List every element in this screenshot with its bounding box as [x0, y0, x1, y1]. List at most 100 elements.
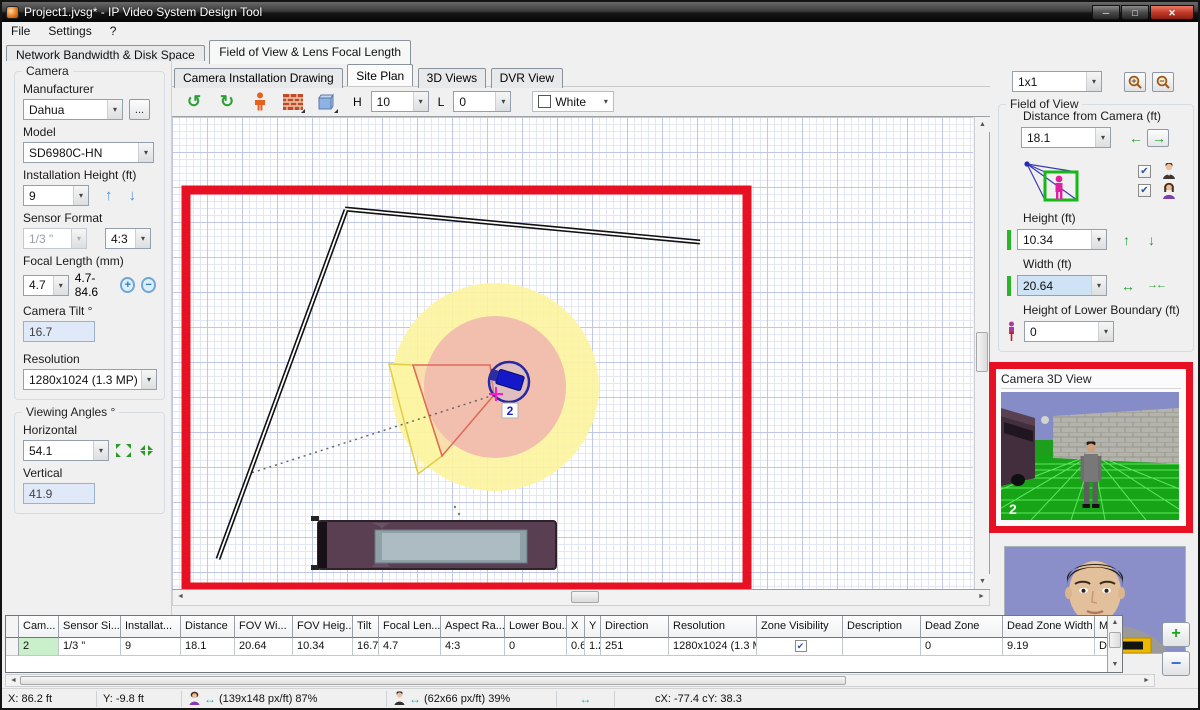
table-header-cell[interactable]: X	[567, 616, 585, 638]
table-cell[interactable]: 16.7	[353, 638, 379, 656]
table-vertical-scrollbar[interactable]: ▲ ▼	[1107, 616, 1122, 672]
add-box-button[interactable]	[314, 90, 338, 113]
table-cell[interactable]: 0.6	[567, 638, 585, 656]
scroll-right-icon[interactable]: ►	[1139, 675, 1154, 689]
lower-boundary-select[interactable]: 0 ▾	[1024, 321, 1114, 342]
height-up-icon[interactable]: ↑	[105, 188, 113, 203]
dropdown-arrow-icon[interactable]: ▾	[1086, 72, 1101, 91]
table-cell[interactable]: 0	[505, 638, 567, 656]
minimize-button[interactable]: ─	[1092, 5, 1120, 20]
dropdown-arrow-icon[interactable]: ▾	[1091, 230, 1106, 249]
wall-height-select[interactable]: 10 ▾	[371, 91, 429, 112]
tab-dvr-view[interactable]: DVR View	[491, 68, 563, 88]
dropdown-arrow-icon[interactable]: ▾	[93, 441, 108, 460]
scroll-down-icon[interactable]: ▼	[975, 574, 990, 589]
remove-camera-button[interactable]: −	[1162, 651, 1190, 676]
table-cell[interactable]: 1280x1024 (1.3 MP	[669, 638, 757, 656]
table-header-cell[interactable]: Dead Zone Width	[1003, 616, 1095, 638]
resolution-select[interactable]: 1280x1024 (1.3 MP) ▾	[23, 369, 157, 390]
show-man-checkbox[interactable]: ✔	[1138, 165, 1151, 178]
table-header-cell[interactable]: Direction	[601, 616, 669, 638]
table-cell[interactable]: 1.2	[585, 638, 601, 656]
aspect-ratio-select[interactable]: 4:3 ▾	[105, 228, 151, 249]
manufacturer-more-button[interactable]: ...	[129, 99, 150, 120]
table-header-cell[interactable]: Distance	[181, 616, 235, 638]
bus-shape[interactable]	[311, 516, 556, 570]
fov-height-down-icon[interactable]: ↓	[1148, 233, 1153, 247]
table-header-cell[interactable]: FOV Heig...	[293, 616, 353, 638]
canvas-horizontal-scrollbar[interactable]: ◄ ►	[172, 590, 990, 606]
zone-visibility-checkbox[interactable]: ✔	[795, 640, 807, 652]
camera-icon[interactable]	[488, 362, 529, 402]
vertical-scroll-thumb[interactable]	[1109, 632, 1121, 648]
installation-height-select[interactable]: 9 ▾	[23, 185, 89, 206]
zoom-in-button[interactable]	[1124, 72, 1146, 92]
camera-tilt-field[interactable]: 16.7	[23, 321, 95, 342]
wall-lower-select[interactable]: 0 ▾	[453, 91, 511, 112]
table-cell[interactable]: 4:3	[441, 638, 505, 656]
scroll-left-icon[interactable]: ◄	[6, 675, 21, 689]
dropdown-arrow-icon[interactable]: ▾	[1091, 276, 1106, 295]
fov-height-select[interactable]: 10.34 ▾	[1017, 229, 1107, 250]
fov-width-shrink-icon[interactable]: →←	[1147, 280, 1165, 291]
fov-width-expand-icon[interactable]: ↔	[1121, 279, 1133, 293]
horizontal-angle-select[interactable]: 54.1 ▾	[23, 440, 109, 461]
dropdown-arrow-icon[interactable]: ▾	[1098, 322, 1113, 341]
table-header-cell[interactable]: Aspect Ra...	[441, 616, 505, 638]
add-wall-button[interactable]	[281, 90, 305, 113]
title-bar[interactable]: Project1.jvsg* - IP Video System Design …	[2, 2, 1198, 22]
table-header-cell[interactable]: Lower Bou...	[505, 616, 567, 638]
table-header-cell[interactable]: Y	[585, 616, 601, 638]
table-header-cell[interactable]: Resolution	[669, 616, 757, 638]
table-header-cell[interactable]: Description	[843, 616, 921, 638]
manufacturer-select[interactable]: Dahua ▾	[23, 99, 123, 120]
table-cell[interactable]: 20.64	[235, 638, 293, 656]
table-header-cell[interactable]: Focal Len...	[379, 616, 441, 638]
vertical-scroll-thumb[interactable]	[976, 332, 988, 372]
collapse-angles-icon[interactable]	[138, 443, 155, 458]
dropdown-arrow-icon[interactable]: ▾	[413, 92, 428, 111]
maximize-button[interactable]: □	[1121, 5, 1149, 20]
tab-3d-views[interactable]: 3D Views	[418, 68, 486, 88]
camera-3d-view-image[interactable]: 2	[1001, 392, 1179, 520]
color-select[interactable]: White ▾	[532, 91, 614, 112]
menu-settings[interactable]: Settings	[39, 23, 100, 39]
tab-site-plan[interactable]: Site Plan	[347, 64, 413, 86]
distance-select[interactable]: 18.1 ▾	[1021, 127, 1111, 148]
table-header-cell[interactable]: FOV Wi...	[235, 616, 293, 638]
dropdown-arrow-icon[interactable]: ▾	[53, 276, 68, 295]
scroll-left-icon[interactable]: ◄	[173, 590, 188, 604]
row-selector-cell[interactable]	[6, 638, 19, 656]
zoom-out-focal-button[interactable]: −	[141, 277, 156, 293]
fov-height-up-icon[interactable]: ↑	[1123, 233, 1128, 247]
scroll-right-icon[interactable]: ►	[974, 590, 989, 604]
menu-file[interactable]: File	[2, 23, 39, 39]
fov-width-select[interactable]: 20.64 ▾	[1017, 275, 1107, 296]
show-woman-checkbox[interactable]: ✔	[1138, 184, 1151, 197]
rotate-cw-button[interactable]: ↻	[215, 90, 239, 113]
canvas-vertical-scrollbar[interactable]: ▲ ▼	[974, 117, 989, 589]
menu-help[interactable]: ?	[101, 23, 126, 39]
scroll-up-icon[interactable]: ▲	[975, 117, 990, 132]
site-plan-canvas[interactable]: 2 ▲ ▼	[172, 116, 990, 590]
table-cell[interactable]: ✔	[757, 638, 843, 656]
dropdown-arrow-icon[interactable]: ▾	[495, 92, 510, 111]
table-header-cell[interactable]: Cam...▲	[19, 616, 59, 638]
vertical-angle-field[interactable]: 41.9	[23, 483, 95, 504]
table-header-cell[interactable]: Tilt	[353, 616, 379, 638]
height-down-icon[interactable]: ↓	[129, 188, 137, 203]
table-cell[interactable]	[843, 638, 921, 656]
table-header-cell[interactable]: Zone Visibility	[757, 616, 843, 638]
rotate-ccw-button[interactable]: ↺	[182, 90, 206, 113]
tab-field-of-view[interactable]: Field of View & Lens Focal Length	[209, 40, 411, 64]
focal-length-select[interactable]: 4.7 ▾	[23, 275, 69, 296]
table-cell[interactable]: 1/3 "	[59, 638, 121, 656]
table-cell[interactable]: 10.34	[293, 638, 353, 656]
table-header-cell[interactable]: Dead Zone	[921, 616, 1003, 638]
dropdown-arrow-icon[interactable]: ▾	[598, 92, 613, 111]
table-horizontal-scrollbar[interactable]: ◄ ►	[5, 674, 1155, 687]
table-cell[interactable]: 4.7	[379, 638, 441, 656]
table-cell[interactable]: 0	[921, 638, 1003, 656]
model-select[interactable]: SD6980C-HN ▾	[23, 142, 154, 163]
scroll-down-icon[interactable]: ▼	[1108, 658, 1122, 672]
